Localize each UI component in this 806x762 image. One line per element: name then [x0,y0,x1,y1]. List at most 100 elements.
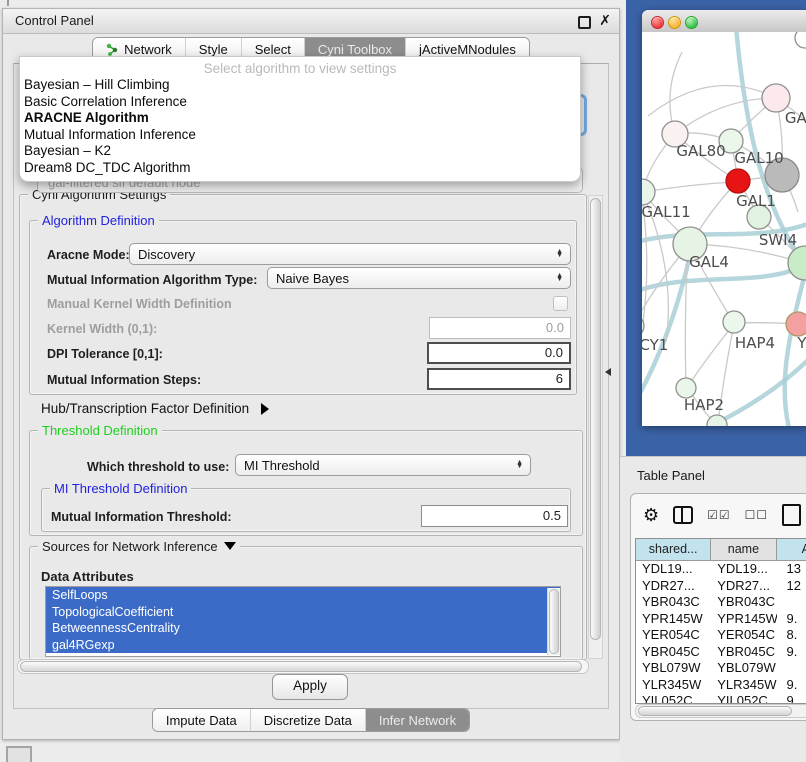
aracne-mode-combobox[interactable]: Discovery ▲▼ [129,243,571,265]
network-node[interactable] [788,246,806,280]
table-panel-title: Table Panel [637,468,705,483]
unchecked-pair-icon[interactable]: ☐☐ [745,508,769,522]
table-panel-box: ⚙ ☑☑ ☐☐ shared...nameAYDL19...YDL19...13… [630,493,806,721]
gear-icon[interactable]: ⚙ [643,505,659,526]
bottom-left-widget[interactable] [6,746,32,762]
node-table[interactable]: shared...nameAYDL19...YDL19...13YDR27...… [635,538,806,704]
aracne-mode-label: Aracne Mode: [47,248,130,262]
dropdown-item[interactable]: Dream8 DC_TDC Algorithm [20,160,580,177]
table-row[interactable]: YER054CYER054C8. [636,627,806,644]
table-row[interactable]: YBL079WYBL079W [636,660,806,677]
table-cell: YPR145W [711,611,776,628]
checked-pair-icon[interactable]: ☑☑ [707,508,731,522]
table-row[interactable]: YDL19...YDL19...13 [636,561,806,578]
float-icon[interactable] [578,16,591,29]
node-label: HAP2 [684,396,724,414]
which-threshold-combobox[interactable]: MI Threshold ▲▼ [235,454,531,476]
split-columns-icon[interactable] [673,506,693,524]
list-item[interactable]: gal4RGexp [46,637,560,654]
tab-infer-network[interactable]: Infer Network [366,709,469,731]
dpi-tolerance-field[interactable]: 0.0 [427,342,571,364]
network-node[interactable] [795,32,806,48]
tab-label: Impute Data [166,713,237,728]
table-cell: YLR345W [636,677,711,694]
network-node[interactable] [707,415,727,426]
node-label: GAL10 [734,149,783,167]
dropdown-item[interactable]: Mutual Information Inference [20,127,580,144]
algorithm-dropdown-popup: Select algorithm to view settings Bayesi… [19,56,581,182]
list-item[interactable]: BetweennessCentrality [46,620,560,637]
network-edge[interactable] [644,182,736,192]
close-icon[interactable]: ✗ [599,12,611,29]
node-label: GAL4 [689,253,729,271]
network-window[interactable]: GALGAL80GAL10GAL1GAL11SWI4GAL4GCY1HAP4YH… [642,10,806,426]
network-edge[interactable] [694,350,806,426]
dropdown-item[interactable]: Bayesian – Hill Climbing [20,77,580,94]
node-label: GAL11 [642,203,691,221]
column-header[interactable]: name [711,539,776,560]
table-row[interactable]: YIL052CYIL052C9 [636,693,806,704]
mi-steps-field[interactable]: 6 [427,368,571,390]
collapse-arrow-icon[interactable] [224,542,236,550]
list-item[interactable]: SelfLoops [46,587,560,604]
table-cell: YDL19... [636,561,711,578]
manual-kernel-width-checkbox[interactable] [553,296,568,311]
table-horizontal-scrollbar[interactable] [635,704,806,718]
tab-label: jActiveMNodules [419,42,516,57]
group-title: Sources for Network Inference [38,539,240,554]
settings-vertical-scrollbar[interactable] [588,195,603,659]
tab-discretize-data[interactable]: Discretize Data [251,709,366,731]
table-row[interactable]: YDR27...YDR27...12 [636,578,806,595]
dropdown-item[interactable]: Bayesian – K2 [20,143,580,160]
column-header[interactable]: A [777,539,806,560]
table-cell: YLR345W [711,677,776,694]
dropdown-item-selected[interactable]: ARACNE Algorithm [20,110,580,127]
table-row[interactable]: YBR043CYBR043C [636,594,806,611]
panel-splitter-arrow-icon[interactable] [605,368,611,376]
mi-algorithm-type-value: Naive Bayes [276,271,349,286]
network-edge[interactable] [688,324,734,386]
table-toolbar: ⚙ ☑☑ ☐☐ [631,494,806,536]
network-canvas[interactable]: GALGAL80GAL10GAL1GAL11SWI4GAL4GCY1HAP4YH… [642,32,806,426]
list-item[interactable]: TopologicalCoefficient [46,604,560,621]
list-scrollbar[interactable] [547,588,560,655]
network-node[interactable] [726,169,750,193]
node-label: GCY1 [642,336,668,354]
hub-definition-section[interactable]: Hub/Transcription Factor Definition [41,401,269,416]
control-panel-window: Control Panel ✗ Network Style Select Cyn… [2,8,620,740]
network-node[interactable] [676,378,696,398]
document-icon[interactable] [782,504,801,526]
apply-button[interactable]: Apply [272,674,348,700]
node-label: Y [796,334,806,352]
tab-impute-data[interactable]: Impute Data [153,709,251,731]
minimize-traffic-light-icon[interactable] [668,16,681,29]
control-panel-titlebar[interactable]: Control Panel ✗ [3,9,619,34]
network-window-titlebar[interactable] [642,10,806,33]
table-row[interactable]: YBR045CYBR045C9. [636,644,806,661]
table-cell: 13 [777,561,806,578]
group-title: Threshold Definition [38,423,162,438]
mi-threshold-field[interactable]: 0.5 [421,505,568,527]
column-header[interactable]: shared... [636,539,711,560]
network-edge[interactable] [675,98,776,134]
bottom-tab-row: Impute Data Discretize Data Infer Networ… [3,708,619,732]
table-cell: YBR043C [711,594,776,611]
settings-horizontal-scrollbar[interactable] [17,659,589,674]
close-traffic-light-icon[interactable] [651,16,664,29]
panel-title: Control Panel [15,13,94,28]
table-row[interactable]: YPR145WYPR145W9. [636,611,806,628]
table-row[interactable]: YLR345WYLR345W9. [636,677,806,694]
expand-triangle-icon[interactable] [261,403,269,415]
kernel-width-field[interactable]: 0.0 [429,317,571,339]
data-attributes-list[interactable]: SelfLoops TopologicalCoefficient Between… [45,586,561,657]
network-node[interactable] [762,84,790,112]
network-node[interactable] [786,312,806,336]
mi-algorithm-type-combobox[interactable]: Naive Bayes ▲▼ [267,267,571,289]
tab-label: Select [255,42,291,57]
network-node[interactable] [723,311,745,333]
dropdown-item[interactable]: Basic Correlation Inference [20,94,580,111]
table-cell: YBR045C [636,644,711,661]
dpi-tolerance-label: DPI Tolerance [0,1]: [47,347,163,361]
zoom-traffic-light-icon[interactable] [685,16,698,29]
network-node[interactable] [642,179,655,205]
